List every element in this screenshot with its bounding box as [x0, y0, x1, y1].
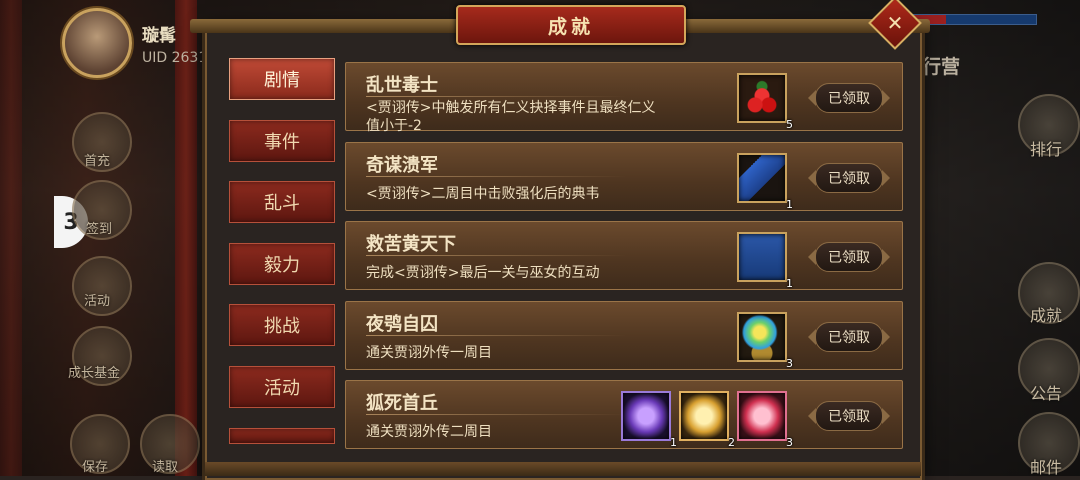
row-divider	[366, 334, 626, 336]
achievement-row: 救苦黄天下 完成<贾诩传>最后一关与巫女的互动 1 已领取	[345, 221, 903, 290]
tab-challenge[interactable]: 挑战	[229, 304, 335, 347]
scroll-icon[interactable]: 1	[737, 152, 793, 211]
achievement-desc: 完成<贾诩传>最后一关与巫女的互动	[366, 265, 600, 281]
dialog-bottom-frame	[205, 462, 921, 476]
gold-gem-icon[interactable]: 2	[679, 391, 735, 449]
row-divider	[366, 255, 626, 256]
reward-count: 1	[670, 436, 677, 449]
category-tabs: 剧情 事件 乱斗 毅力 挑战 活动	[229, 58, 335, 463]
reward-count: 3	[786, 356, 793, 370]
achievement-title: 救苦黄天下	[366, 234, 456, 255]
claimed-button[interactable]: 已领取	[808, 162, 890, 193]
reward-count: 3	[786, 436, 793, 449]
sign-in-label: 签到	[86, 222, 113, 237]
avatar[interactable]	[62, 8, 132, 78]
claimed-button[interactable]: 已领取	[808, 83, 890, 113]
dialog-title: 成就	[456, 5, 686, 45]
achievement-title: 夜鸮自囚	[366, 313, 438, 335]
orb-icon[interactable]: 3	[737, 311, 793, 370]
row-divider	[366, 414, 626, 415]
book-icon[interactable]: 1	[737, 232, 793, 290]
reward-count: 1	[786, 197, 793, 211]
tab-perseverance[interactable]: 毅力	[229, 242, 335, 285]
achievement-title: 奇谋溃军	[366, 154, 438, 176]
achievement-title: 乱世毒士	[366, 75, 438, 96]
achievement-label: 成就	[1030, 306, 1063, 325]
red-gem-icon[interactable]: 3	[737, 391, 793, 449]
row-divider	[366, 96, 626, 97]
cherry-icon[interactable]: 5	[737, 73, 793, 131]
claimed-button[interactable]: 已领取	[808, 401, 890, 431]
tab-story[interactable]: 剧情	[229, 58, 335, 100]
claimed-button[interactable]: 已领取	[808, 321, 890, 352]
mail-label: 邮件	[1030, 458, 1063, 477]
achievement-row: 狐死首丘 通关贾诩外传二周目 1 2 3 已领取	[345, 380, 903, 449]
row-divider	[366, 175, 626, 177]
ranking-label: 排行	[1030, 140, 1063, 159]
reward-count: 2	[728, 436, 735, 449]
tab-activity[interactable]: 活动	[229, 365, 335, 408]
close-icon[interactable]: ✕	[878, 6, 912, 40]
reward-count: 5	[786, 118, 793, 131]
reward-count: 1	[786, 277, 793, 290]
achievement-row: 奇谋溃军 <贾诩传>二周目中击败强化后的典韦 1 已领取	[345, 141, 903, 211]
achievement-row: 夜鸮自囚 通关贾诩外传一周目 3 已领取	[345, 300, 903, 370]
save-label: 保存	[82, 460, 109, 475]
tab-more[interactable]	[229, 427, 335, 444]
load-label: 读取	[152, 460, 179, 475]
achievement-desc: <贾诩传>中触发所有仁义抉择事件且最终仁义值小于-2	[366, 100, 656, 134]
achievement-row: 乱世毒士 <贾诩传>中触发所有仁义抉择事件且最终仁义值小于-2 5 已领取	[345, 62, 903, 134]
tab-event[interactable]: 事件	[229, 119, 335, 162]
achievement-desc: 通关贾诩外传一周目	[366, 344, 492, 361]
achievement-title: 狐死首丘	[366, 393, 438, 414]
claimed-button[interactable]: 已领取	[808, 242, 890, 272]
background-pillar	[0, 0, 22, 476]
tab-brawl[interactable]: 乱斗	[229, 181, 335, 224]
achievement-list[interactable]: 乱世毒士 <贾诩传>中触发所有仁义抉择事件且最终仁义值小于-2 5 已领取 奇谋…	[345, 62, 903, 476]
activity-label: 活动	[84, 294, 111, 309]
purple-gem-icon[interactable]: 1	[621, 391, 677, 449]
first-recharge-label: 首充	[84, 154, 111, 169]
growth-fund-label: 成长基金	[68, 366, 121, 381]
notice-label: 公告	[1030, 384, 1063, 403]
achievement-desc: <贾诩传>二周目中击败强化后的典韦	[366, 185, 600, 202]
